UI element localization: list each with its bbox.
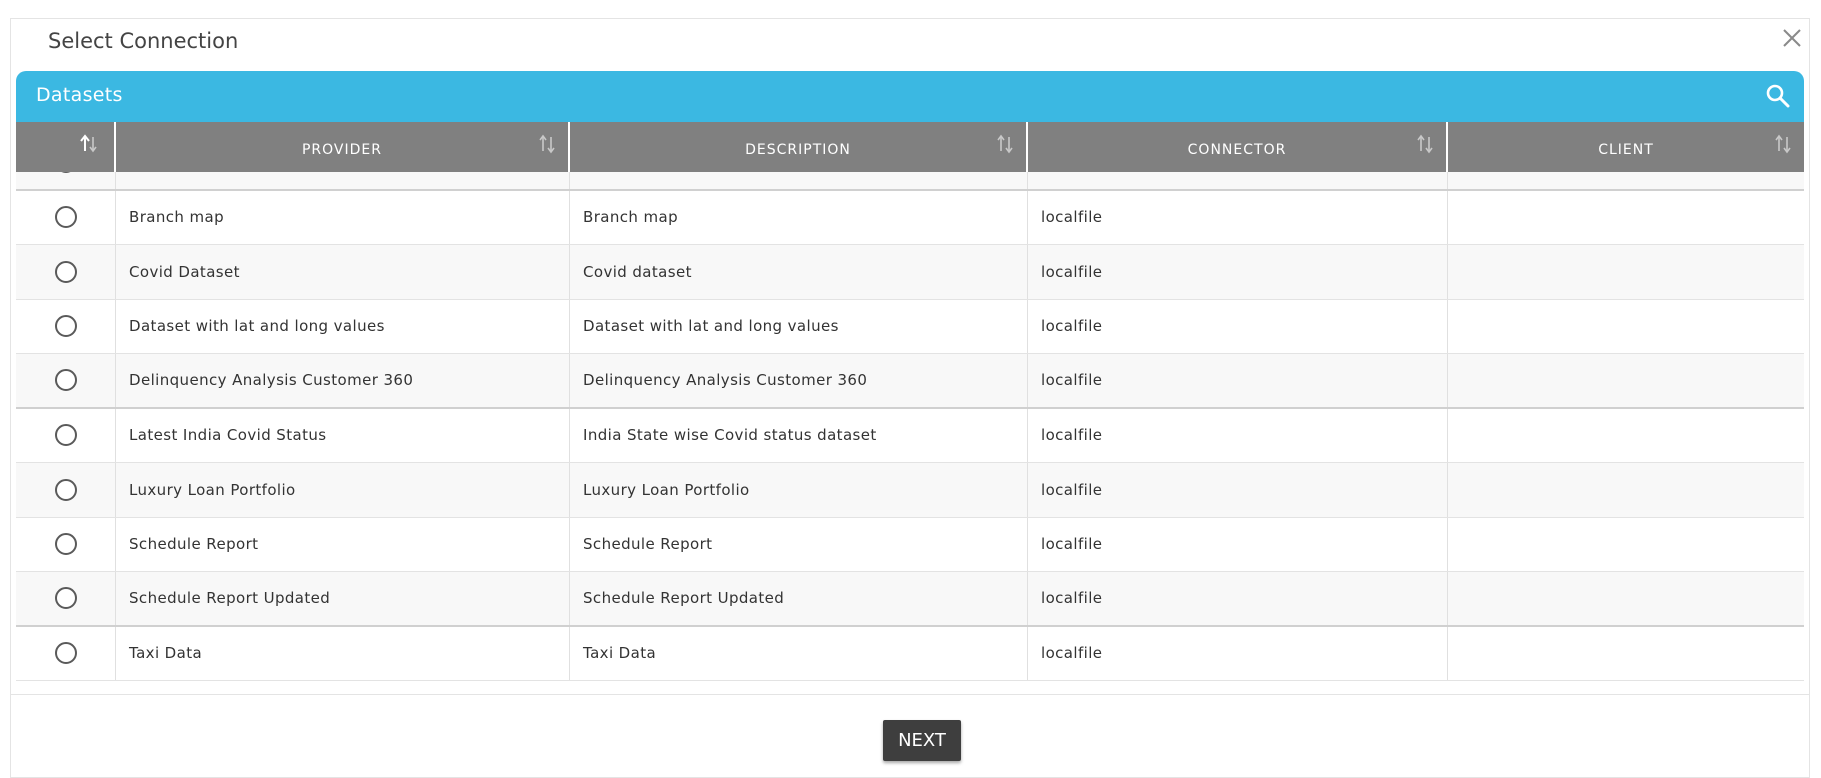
row-radio[interactable]: [54, 369, 77, 392]
next-button[interactable]: NEXT: [883, 720, 961, 761]
row-select-cell: [16, 572, 116, 625]
panel-title: Datasets: [36, 84, 123, 106]
row-select-cell: [16, 245, 116, 299]
client-cell: [1448, 518, 1804, 572]
table-row[interactable]: Covid Dataset Covid dataset localfile: [16, 245, 1804, 300]
description-cell: Luxury Loan Portfolio: [570, 463, 1028, 517]
row-select-cell: [16, 463, 116, 517]
client-cell: [1448, 463, 1804, 517]
close-icon: [1783, 29, 1801, 47]
description-cell: Schedule Report Updated: [570, 572, 1028, 625]
connector-cell: localfile: [1028, 408, 1448, 462]
client-cell: [1448, 627, 1804, 681]
table-row[interactable]: Delinquency Analysis Customer 360 Delinq…: [16, 354, 1804, 409]
connector-cell: localfile: [1028, 245, 1448, 299]
provider-cell: Branch map: [116, 190, 570, 244]
connector-cell: localfile: [1028, 190, 1448, 244]
connector-cell: localfile: [1028, 354, 1448, 407]
table-row[interactable]: Dataset with lat and long values Dataset…: [16, 299, 1804, 354]
header-connector[interactable]: CONNECTOR: [1028, 122, 1448, 172]
header-client[interactable]: CLIENT: [1448, 122, 1804, 172]
row-select-cell: [16, 408, 116, 462]
client-cell: [1448, 572, 1804, 625]
connector-cell: localfile: [1028, 299, 1448, 353]
row-radio[interactable]: [54, 642, 77, 665]
table-row[interactable]: Luxury Loan Portfolio Luxury Loan Portfo…: [16, 463, 1804, 518]
description-cell: Dataset with lat and long values: [570, 299, 1028, 353]
row-radio[interactable]: [54, 478, 77, 501]
description-cell: Schedule Report: [570, 517, 1028, 571]
provider-cell: Covid Dataset: [116, 245, 570, 299]
header-label: PROVIDER: [301, 142, 382, 158]
provider-cell: Luxury Loan Portfolio: [116, 463, 570, 517]
datasets-panel-header: Datasets: [16, 71, 1804, 122]
row-select-cell: [16, 626, 116, 680]
description-cell: Taxi Data: [570, 626, 1028, 680]
table-row[interactable]: Taxi Data Taxi Data localfile: [16, 626, 1804, 681]
row-radio[interactable]: [54, 315, 77, 338]
table-body: Aging Trends Aging Trends localfile Bran…: [16, 136, 1804, 681]
provider-cell: Latest India Covid Status: [116, 408, 570, 462]
client-cell: [1448, 191, 1804, 245]
footer-divider: [11, 694, 1809, 695]
table-row[interactable]: Schedule Report Schedule Report localfil…: [16, 517, 1804, 572]
header-select[interactable]: [16, 122, 116, 172]
table-row[interactable]: Latest India Covid Status India State wi…: [16, 408, 1804, 463]
sort-icon[interactable]: [536, 133, 558, 155]
connector-cell: localfile: [1028, 626, 1448, 680]
header-label: CLIENT: [1598, 142, 1654, 158]
select-connection-dialog: Select Connection Datasets PROVIDER DESC…: [10, 18, 1810, 778]
client-cell: [1448, 245, 1804, 299]
provider-cell: Taxi Data: [116, 626, 570, 680]
dialog-title: Select Connection: [48, 29, 239, 53]
client-cell: [1448, 300, 1804, 354]
row-radio[interactable]: [54, 587, 77, 610]
row-radio[interactable]: [54, 260, 77, 283]
client-cell: [1448, 409, 1804, 463]
row-radio[interactable]: [54, 206, 77, 229]
sort-icon[interactable]: [78, 133, 100, 155]
row-select-cell: [16, 299, 116, 353]
connector-cell: localfile: [1028, 572, 1448, 625]
header-label: CONNECTOR: [1187, 142, 1287, 158]
table-row[interactable]: Schedule Report Updated Schedule Report …: [16, 572, 1804, 627]
sort-icon[interactable]: [994, 133, 1016, 155]
datasets-table: PROVIDER DESCRIPTION CONNECTOR CLIENT Br…: [16, 122, 1804, 694]
description-cell: Branch map: [570, 190, 1028, 244]
close-button[interactable]: [1778, 24, 1806, 52]
description-cell: Delinquency Analysis Customer 360: [570, 354, 1028, 407]
row-select-cell: [16, 190, 116, 244]
row-select-cell: [16, 354, 116, 407]
sort-icon[interactable]: [1414, 133, 1436, 155]
provider-cell: Dataset with lat and long values: [116, 299, 570, 353]
description-cell: India State wise Covid status dataset: [570, 408, 1028, 462]
search-button[interactable]: [1764, 82, 1792, 110]
provider-cell: Schedule Report: [116, 517, 570, 571]
table-header: PROVIDER DESCRIPTION CONNECTOR CLIENT: [16, 122, 1804, 172]
client-cell: [1448, 354, 1804, 407]
row-radio[interactable]: [54, 424, 77, 447]
header-provider[interactable]: PROVIDER: [116, 122, 570, 172]
connector-cell: localfile: [1028, 463, 1448, 517]
description-cell: Covid dataset: [570, 245, 1028, 299]
row-select-cell: [16, 517, 116, 571]
table-row[interactable]: Branch map Branch map localfile: [16, 190, 1804, 245]
provider-cell: Schedule Report Updated: [116, 572, 570, 625]
search-icon: [1766, 84, 1790, 108]
header-description[interactable]: DESCRIPTION: [570, 122, 1028, 172]
sort-icon[interactable]: [1772, 133, 1794, 155]
row-radio[interactable]: [54, 533, 77, 556]
provider-cell: Delinquency Analysis Customer 360: [116, 354, 570, 407]
connector-cell: localfile: [1028, 517, 1448, 571]
header-label: DESCRIPTION: [745, 142, 851, 158]
